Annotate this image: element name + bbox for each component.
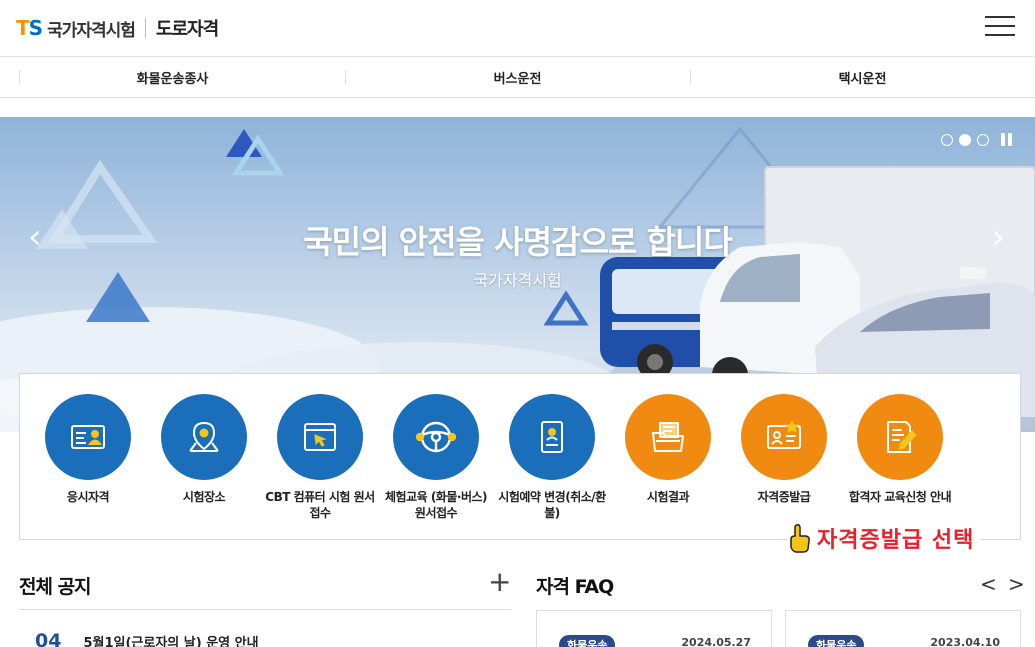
notice-day: 04	[35, 630, 62, 647]
logo-subtitle: 도로자격	[155, 19, 219, 40]
faq-category-badge: 화물운송	[808, 635, 865, 647]
quick-item-label: 시험장소	[182, 490, 226, 504]
quick-item-label: 시험예약 변경(취소/환불)	[498, 490, 606, 520]
quick-item-location[interactable]: 시험장소	[146, 374, 262, 539]
quick-item-license-issue[interactable]: 자격증발급	[726, 374, 842, 539]
badge-icon	[509, 394, 595, 480]
quick-item-cbt-application[interactable]: CBT 컴퓨터 시험 원서접수	[262, 374, 378, 539]
quick-item-label: 합격자 교육신청 안내	[848, 490, 952, 504]
banner-subtitle: 국가자격시험	[473, 271, 562, 290]
slide-dot-1[interactable]	[941, 134, 953, 146]
quick-item-label: 시험결과	[646, 490, 690, 504]
license-card-icon	[741, 394, 827, 480]
quick-item-label: CBT 컴퓨터 시험 원서접수	[265, 490, 375, 520]
faq-card[interactable]: 화물운송 2023.04.10	[785, 610, 1021, 647]
faq-date: 2024.05.27	[681, 636, 751, 647]
folder-doc-icon	[625, 394, 711, 480]
site-logo[interactable]: TS 국가자격시험 도로자격	[16, 15, 219, 41]
quick-item-reservation-change[interactable]: 시험예약 변경(취소/환불)	[494, 374, 610, 539]
quick-item-eligibility[interactable]: 응시자격	[30, 374, 146, 539]
slide-indicators	[941, 133, 1015, 147]
logo-divider	[144, 18, 146, 38]
id-card-icon	[45, 394, 131, 480]
chevron-left-icon[interactable]: <	[980, 572, 997, 596]
logo-name: 국가자격시험	[47, 20, 136, 41]
pointing-hand-icon	[790, 524, 810, 553]
chevron-left-icon[interactable]: ‹	[28, 217, 42, 257]
doc-pen-icon	[857, 394, 943, 480]
notice-title: 전체 공지	[19, 576, 92, 598]
chevron-right-icon[interactable]: ›	[991, 217, 1005, 257]
quick-item-label: 체험교육 (화물·버스) 원서접수	[384, 490, 488, 520]
quick-item-label: 자격증발급	[757, 490, 811, 504]
map-pin-icon	[161, 394, 247, 480]
main-nav: 화물운송종사 버스운전 택시운전	[0, 57, 1035, 98]
slide-dot-3[interactable]	[977, 134, 989, 146]
callout-text: 자격증발급 선택	[817, 528, 975, 553]
browser-cursor-icon	[277, 394, 363, 480]
notice-item[interactable]: 04 5월1일(근로자의 날) 운영 안내	[35, 630, 259, 647]
faq-category-badge: 화물운송	[559, 635, 616, 647]
notice-text: 5월1일(근로자의 날) 운영 안내	[83, 636, 259, 647]
nav-item-cargo[interactable]: 화물운송종사	[0, 68, 345, 87]
site-header: TS 국가자격시험 도로자격	[0, 0, 1035, 57]
nav-item-taxi[interactable]: 택시운전	[690, 68, 1035, 87]
quick-item-exam-result[interactable]: 시험결과	[610, 374, 726, 539]
nav-item-bus[interactable]: 버스운전	[345, 68, 690, 87]
steering-wheel-icon	[393, 394, 479, 480]
pause-icon[interactable]	[1001, 133, 1015, 147]
notice-divider	[19, 609, 511, 610]
faq-title: 자격 FAQ	[536, 576, 614, 598]
plus-icon[interactable]: +	[488, 568, 511, 596]
quick-menu: 응시자격 시험장소 CBT 컴퓨터 시험 원서접수 체험교육 (화물·버스) 원…	[19, 373, 1021, 540]
quick-item-label: 응시자격	[66, 490, 110, 504]
banner-title: 국민의 안전을 사명감으로 합니다	[303, 223, 733, 261]
quick-item-training-signup[interactable]: 합격자 교육신청 안내	[842, 374, 958, 539]
menu-icon[interactable]	[985, 16, 1015, 38]
instruction-callout: 자격증발급 선택	[787, 520, 981, 556]
ts-logo-mark: TS	[16, 16, 43, 40]
quick-item-training-application[interactable]: 체험교육 (화물·버스) 원서접수	[378, 374, 494, 539]
faq-card[interactable]: 화물운송 2024.05.27	[536, 610, 772, 647]
chevron-right-icon[interactable]: >	[1008, 572, 1025, 596]
slide-dot-2[interactable]	[959, 134, 971, 146]
faq-date: 2023.04.10	[930, 636, 1000, 647]
